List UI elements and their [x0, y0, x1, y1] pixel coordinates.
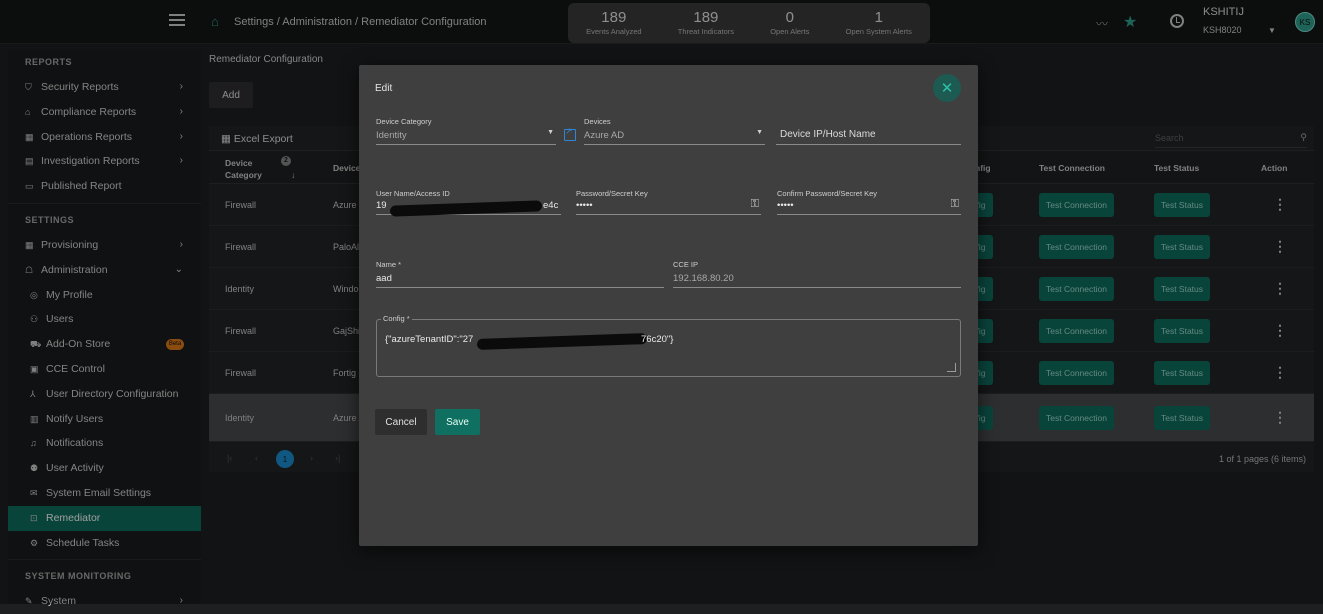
device-category-select[interactable]: Device Category Identity ▼ [376, 117, 556, 145]
device-ip-input[interactable]: Device IP/Host Name [776, 117, 961, 145]
redaction-mark [389, 200, 543, 217]
cce-ip-input: CCE IP 192.168.80.20 [673, 260, 961, 288]
close-icon[interactable]: ✕ [933, 74, 961, 102]
devices-select[interactable]: Devices Azure AD ▼ [584, 117, 765, 145]
key-icon[interactable]: ⚿ [751, 198, 759, 211]
save-button[interactable]: Save [435, 409, 480, 435]
dialog-title: Edit [375, 83, 393, 94]
redaction-mark [476, 333, 648, 350]
cancel-button[interactable]: Cancel [375, 409, 427, 435]
key-icon[interactable]: ⚿ [951, 198, 959, 211]
edit-dialog: Edit ✕ Device Category Identity ▼ Device… [359, 65, 978, 546]
name-input[interactable]: Name * aad [376, 260, 664, 288]
external-link-icon[interactable] [564, 126, 576, 141]
resize-handle-icon[interactable] [947, 363, 956, 372]
dropdown-arrow-icon: ▼ [756, 129, 763, 136]
username-input[interactable]: User Name/Access ID 19 e4c [376, 189, 561, 217]
config-textarea[interactable]: Config * {"azureTenantID":"27 76c20"} [376, 314, 961, 377]
confirm-password-input[interactable]: Confirm Password/Secret Key ••••• ⚿ [777, 189, 961, 215]
dropdown-arrow-icon: ▼ [547, 129, 554, 136]
password-input[interactable]: Password/Secret Key ••••• ⚿ [576, 189, 761, 215]
